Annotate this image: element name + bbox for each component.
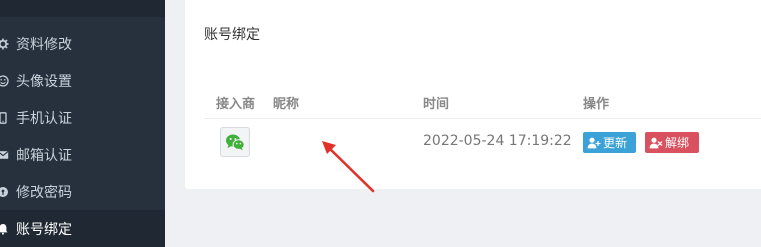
update-button-label: 更新	[603, 136, 628, 150]
column-header-actions: 操作	[583, 97, 610, 112]
annotation-arrow-icon	[322, 141, 375, 193]
column-header-provider: 接入商	[216, 97, 256, 112]
sidebar-item-label: 头像设置	[16, 73, 72, 90]
sidebar: 资料修改 头像设置 手机认证 邮箱认证 修改密码 账号绑定	[0, 0, 165, 247]
sidebar-item-label: 手机认证	[16, 110, 72, 127]
wechat-icon	[220, 127, 250, 157]
gear-icon	[0, 37, 10, 51]
bound-time: 2022-05-24 17:19:22	[423, 133, 572, 149]
column-header-time: 时间	[423, 97, 450, 112]
update-button[interactable]: 更新	[583, 132, 636, 153]
column-header-nickname: 昵称	[273, 97, 300, 112]
phone-icon	[0, 111, 10, 125]
sidebar-item-label: 修改密码	[16, 184, 72, 201]
bell-icon	[0, 222, 10, 236]
table-header-divider	[204, 118, 761, 119]
smiley-icon	[0, 74, 10, 88]
sidebar-top-bar	[0, 0, 165, 17]
sidebar-item-label: 账号绑定	[16, 221, 72, 238]
sidebar-item-profile-edit[interactable]: 资料修改	[0, 25, 165, 62]
card-title: 账号绑定	[204, 27, 260, 43]
sidebar-item-account-binding[interactable]: 账号绑定	[0, 210, 165, 247]
user-remove-icon	[649, 137, 663, 148]
sidebar-item-avatar-settings[interactable]: 头像设置	[0, 62, 165, 99]
envelope-icon	[0, 148, 10, 162]
sidebar-item-email-verification[interactable]: 邮箱认证	[0, 136, 165, 173]
sidebar-item-change-password[interactable]: 修改密码	[0, 173, 165, 210]
sidebar-item-label: 邮箱认证	[16, 147, 72, 164]
sidebar-item-label: 资料修改	[16, 36, 72, 53]
user-plus-icon	[587, 137, 601, 148]
unbind-button-label: 解绑	[665, 136, 690, 150]
unbind-button[interactable]: 解绑	[645, 132, 699, 153]
sidebar-item-phone-verification[interactable]: 手机认证	[0, 99, 165, 136]
account-binding-card: 账号绑定 接入商 昵称 时间 操作 2022-05-24 17:19:22 更新	[185, 0, 761, 189]
key-icon	[0, 185, 10, 199]
